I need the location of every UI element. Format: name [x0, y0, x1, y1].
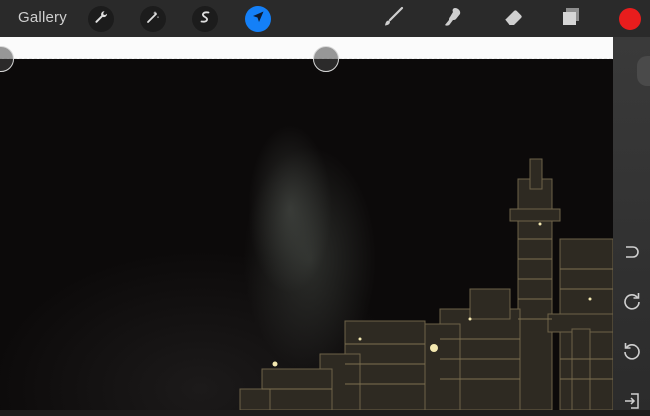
canvas-white-region	[0, 37, 613, 59]
right-sidebar	[613, 37, 650, 410]
transform-button[interactable]	[245, 6, 271, 32]
brush-size-slider[interactable]	[637, 56, 650, 86]
layers-button[interactable]	[556, 4, 586, 34]
s-curve-icon	[198, 10, 212, 29]
magic-wand-icon	[146, 10, 160, 29]
eraser-button[interactable]	[498, 4, 528, 34]
factory-silhouette	[239, 158, 613, 410]
color-picker-button[interactable]	[619, 8, 641, 30]
redo-button[interactable]	[619, 291, 644, 316]
exit-icon	[623, 392, 641, 415]
night-industrial-photo	[0, 59, 613, 410]
top-toolbar: Gallery	[0, 0, 650, 38]
smudge-icon	[441, 5, 465, 34]
magic-button[interactable]	[140, 6, 166, 32]
magnet-icon	[622, 242, 642, 267]
brush-icon	[381, 5, 405, 34]
exit-button[interactable]	[619, 391, 644, 416]
arrow-cursor-icon	[251, 10, 265, 29]
selection-button[interactable]	[192, 6, 218, 32]
wrench-icon	[94, 10, 108, 29]
transform-handle-top-center[interactable]	[313, 46, 339, 72]
canvas[interactable]	[0, 37, 613, 410]
adjustments-button[interactable]	[88, 6, 114, 32]
eraser-icon	[501, 5, 525, 34]
undo-button[interactable]	[619, 341, 644, 366]
magnet-button[interactable]	[619, 242, 644, 267]
layers-icon	[560, 6, 582, 33]
brush-button[interactable]	[378, 4, 408, 34]
undo-icon	[621, 340, 643, 367]
gallery-button[interactable]: Gallery	[18, 9, 67, 26]
redo-icon	[621, 290, 643, 317]
smudge-button[interactable]	[438, 4, 468, 34]
